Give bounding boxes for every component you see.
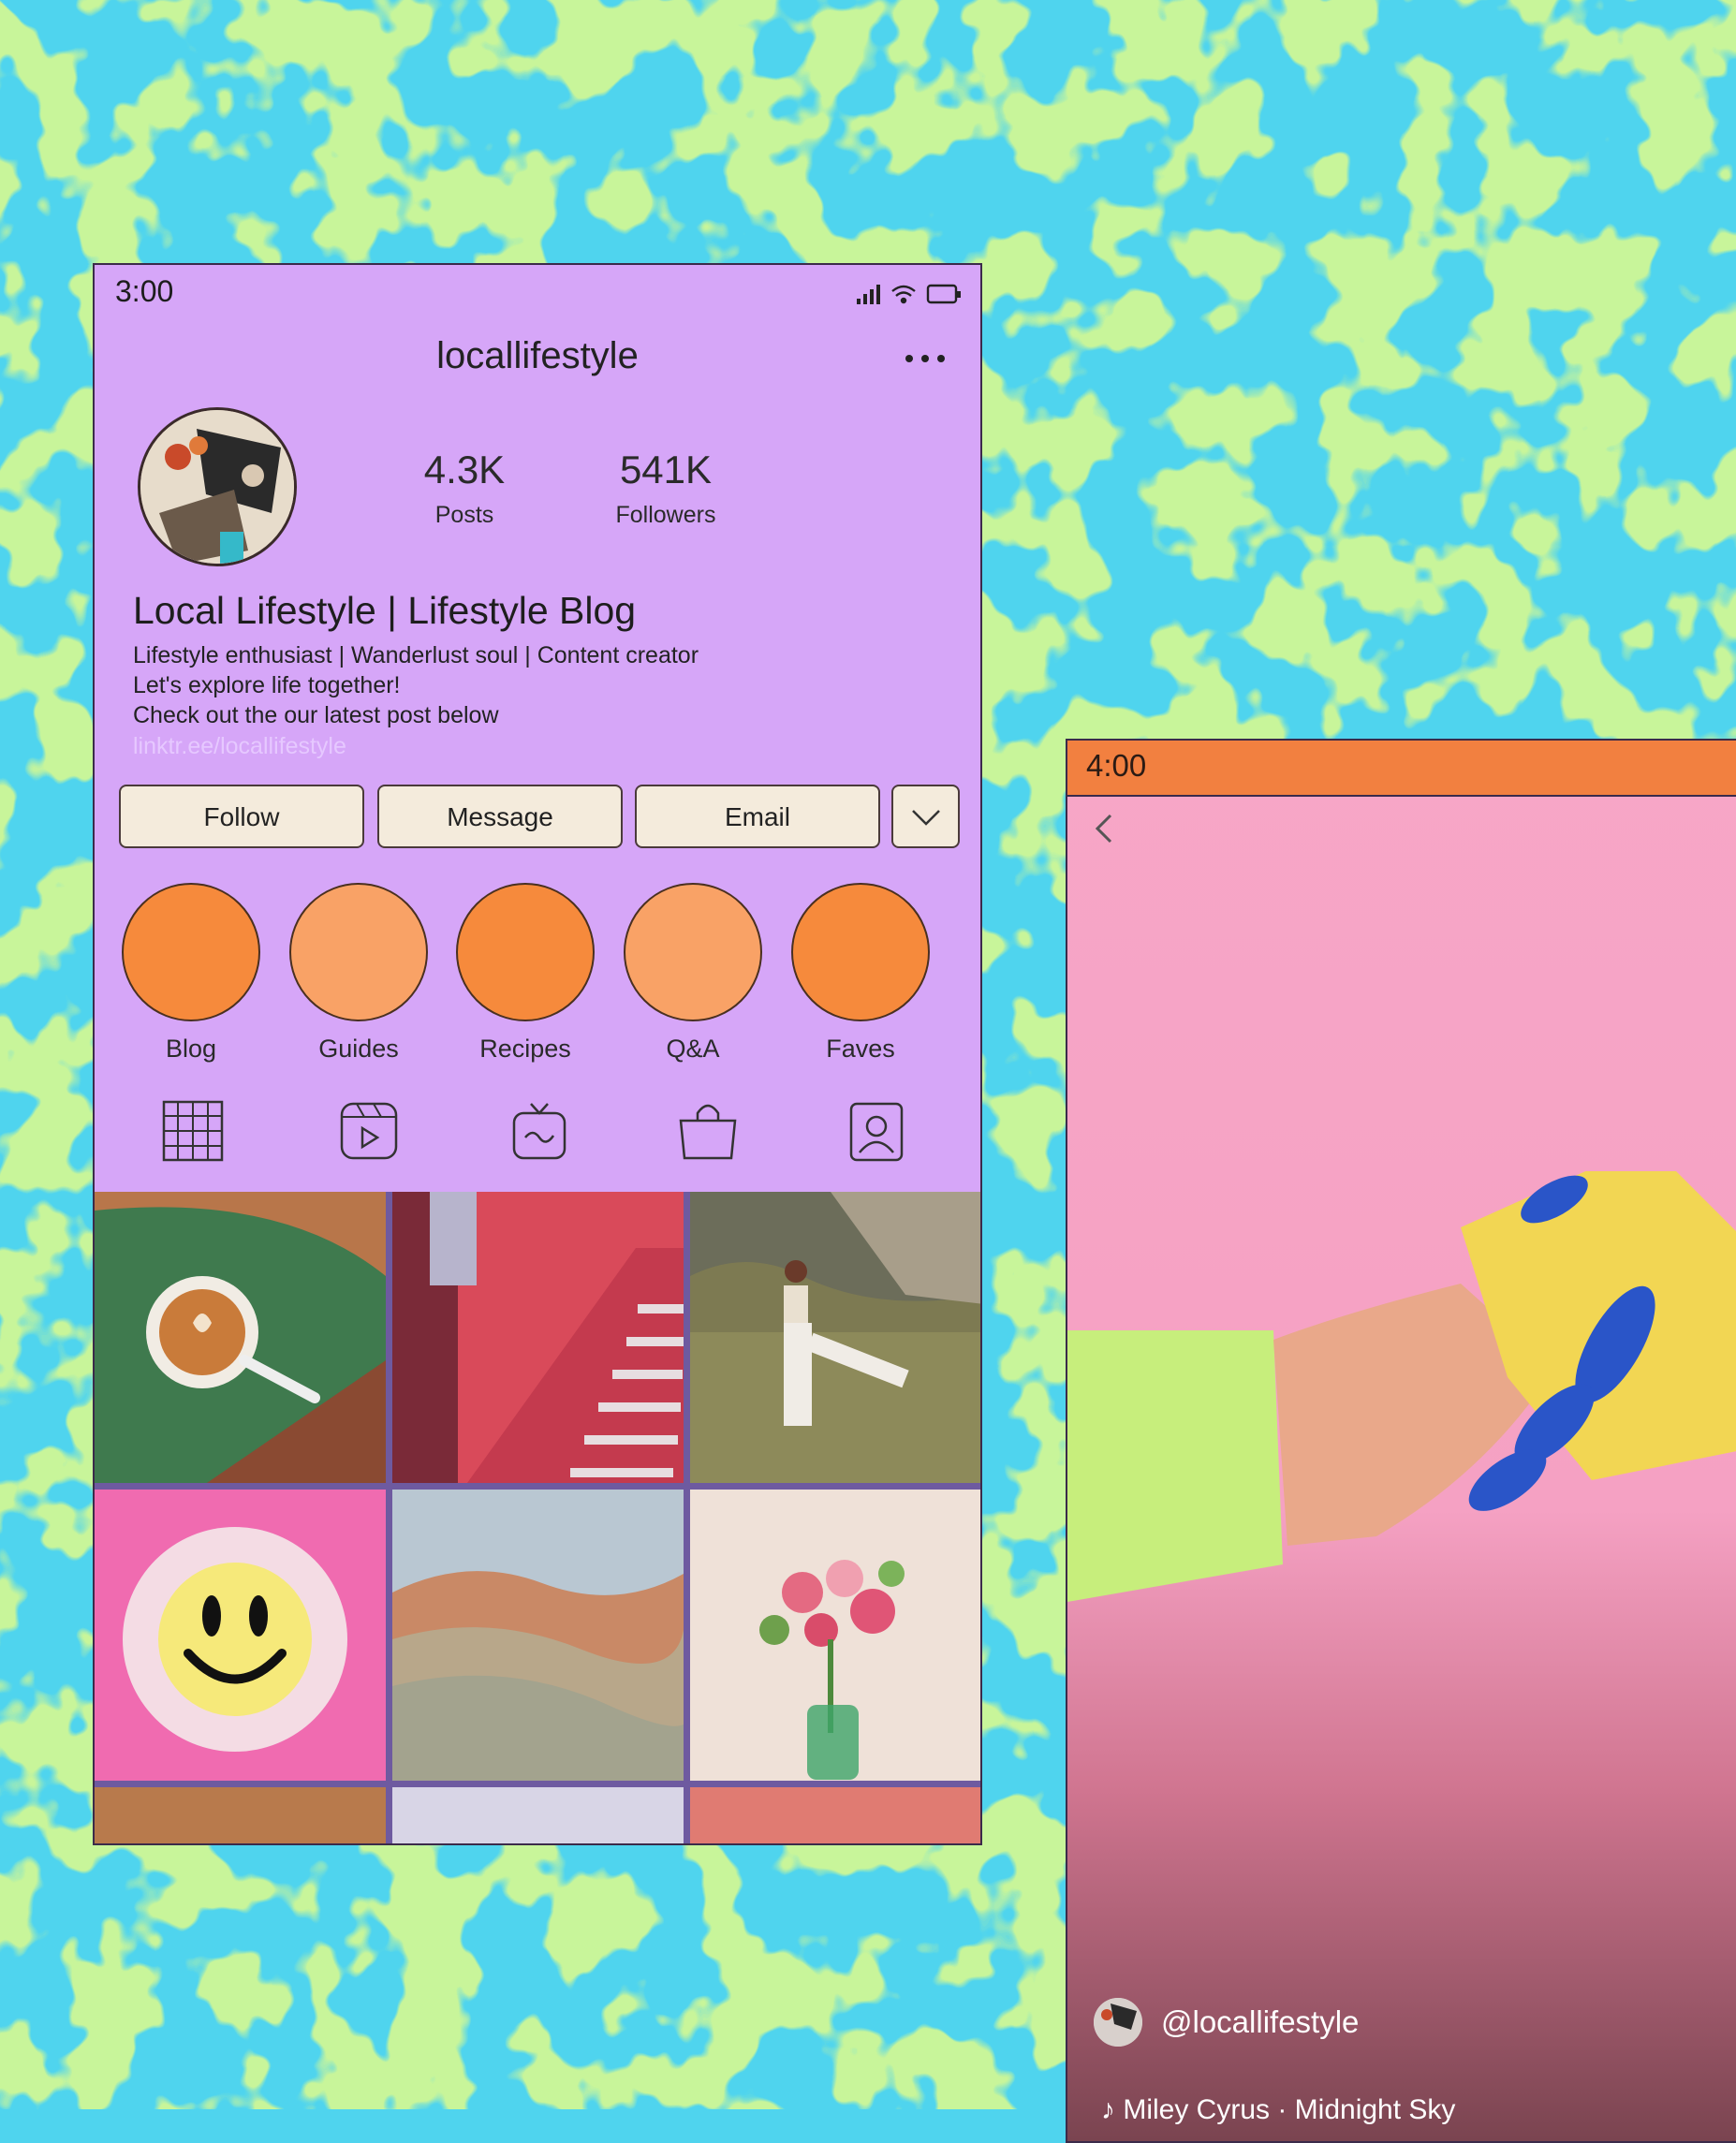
post-coffee[interactable] (95, 1192, 386, 1483)
hand-holding-phone-image (1067, 1171, 1736, 1602)
highlight-circle (624, 883, 762, 1021)
posts-grid (95, 1192, 980, 1843)
battery-icon (926, 284, 961, 304)
post-smiley[interactable] (95, 1490, 386, 1781)
profile-screen: 3:00 locallifestyle 4.3K Posts 541K Foll… (93, 263, 982, 1845)
post-partial-3[interactable] (690, 1787, 980, 1843)
email-button[interactable]: Email (635, 785, 880, 848)
profile-display-name: Local Lifestyle | Lifestyle Blog (133, 589, 637, 632)
highlight-circle (289, 883, 428, 1021)
post-woman-river[interactable] (690, 1192, 980, 1483)
more-options-icon[interactable] (902, 349, 949, 368)
reels-icon[interactable] (336, 1098, 402, 1166)
grid-icon[interactable] (160, 1098, 226, 1166)
highlight-blog[interactable]: Blog (121, 883, 261, 1064)
avatar-photo (1094, 1998, 1142, 2047)
wifi-icon (891, 285, 916, 304)
bio-link[interactable]: linktr.ee/locallifestyle (133, 733, 346, 760)
reel-audio-track[interactable]: ♪ Miley Cyrus · Midnight Sky (1101, 2094, 1455, 2126)
followers-count: 541K (619, 448, 713, 492)
bio-line-1: Lifestyle enthusiast | Wanderlust soul |… (133, 642, 699, 668)
highlight-circle (122, 883, 260, 1021)
mountains-photo (392, 1490, 684, 1781)
reel-screen: 4:00 @locallifestyle ♪ Miley Cyrus · Mid… (1066, 739, 1736, 2143)
post-flowers[interactable] (690, 1490, 980, 1781)
post-mountains[interactable] (392, 1490, 684, 1781)
stairs-photo (392, 1192, 684, 1483)
highlight-qa[interactable]: Q&A (623, 883, 763, 1064)
smiley-photo (95, 1490, 386, 1781)
igtv-icon[interactable] (507, 1098, 572, 1166)
follow-button[interactable]: Follow (119, 785, 364, 848)
bio-line-3: Check out the our latest post below (133, 702, 499, 728)
highlight-label: Faves (826, 1035, 895, 1063)
shop-icon[interactable] (675, 1098, 741, 1166)
followers-stat[interactable]: 541K Followers (591, 448, 741, 529)
status-time: 4:00 (1086, 748, 1147, 783)
post-partial-2[interactable] (392, 1787, 684, 1843)
followers-label: Followers (615, 502, 716, 528)
status-bar: 3:00 (95, 265, 980, 321)
post-partial-1[interactable] (95, 1787, 386, 1843)
highlight-recipes[interactable]: Recipes (455, 883, 596, 1064)
message-button[interactable]: Message (377, 785, 623, 848)
profile-username: locallifestyle (436, 335, 639, 376)
posts-stat[interactable]: 4.3K Posts (413, 448, 516, 529)
highlight-guides[interactable]: Guides (288, 883, 429, 1064)
posts-label: Posts (434, 502, 494, 528)
status-bar: 4:00 (1067, 741, 1736, 797)
suggested-dropdown-button[interactable] (891, 785, 960, 848)
highlight-label: Guides (318, 1035, 399, 1063)
highlight-circle (791, 883, 930, 1021)
status-icons (857, 284, 961, 304)
post-stairs[interactable] (392, 1192, 684, 1483)
reel-author-username[interactable]: @locallifestyle (1161, 2004, 1359, 2040)
bio-line-2: Let's explore life together! (133, 672, 401, 698)
reel-audio-label: Miley Cyrus · Midnight Sky (1123, 2094, 1456, 2125)
highlight-label: Q&A (666, 1035, 720, 1063)
music-note-icon: ♪ (1101, 2094, 1124, 2125)
flowers-photo (690, 1490, 980, 1781)
highlight-label: Recipes (479, 1035, 571, 1063)
highlight-label: Blog (165, 1035, 217, 1063)
highlight-circle (456, 883, 595, 1021)
back-arrow-icon[interactable] (1092, 812, 1114, 845)
river-photo (690, 1192, 980, 1483)
avatar-photo (140, 410, 294, 564)
chevron-down-icon (911, 810, 940, 826)
status-time: 3:00 (115, 274, 174, 308)
highlight-faves[interactable]: Faves (790, 883, 931, 1064)
reel-author-avatar[interactable] (1094, 1998, 1142, 2047)
profile-avatar[interactable] (138, 407, 297, 566)
posts-count: 4.3K (423, 448, 506, 492)
signal-icon (857, 285, 880, 304)
coffee-photo (95, 1192, 386, 1483)
tagged-icon[interactable] (844, 1098, 909, 1166)
